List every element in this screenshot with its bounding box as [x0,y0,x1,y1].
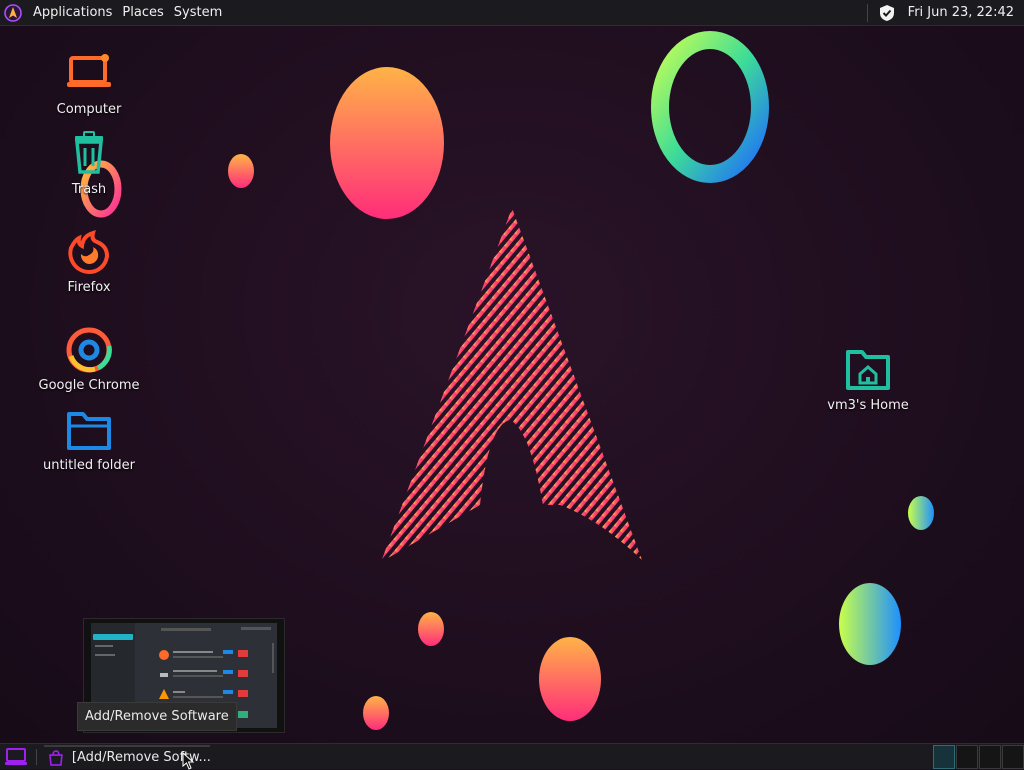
desktop-icon-label: Computer [56,102,122,117]
arch-logo [381,208,642,562]
desktop-icon-google-chrome[interactable]: Google Chrome [34,326,144,393]
security-shield-icon[interactable] [878,4,896,22]
desktop-icon-label: vm3's Home [827,398,909,413]
places-menu[interactable]: Places [117,0,168,25]
distro-logo-icon[interactable] [4,3,22,22]
desktop-icon-label: untitled folder [42,458,135,473]
chrome-icon [66,327,112,373]
firefox-icon [68,230,110,275]
software-bag-icon [49,749,63,766]
folder-icon [67,412,111,450]
desktop-icon-label: Trash [71,182,107,197]
desktop-icon-computer[interactable]: Computer [34,50,144,117]
workspace-4[interactable] [1002,745,1024,769]
system-menu[interactable]: System [169,0,227,25]
top-panel: Applications Places System Fri Jun 23, 2… [0,0,1024,26]
window-preview-tooltip: Add/Remove Software [77,702,237,731]
desktop-icon-label: Firefox [67,280,111,295]
desktop-icon-label: Google Chrome [38,378,140,393]
computer-icon [67,54,111,87]
status-area: Fri Jun 23, 22:42 [866,0,1024,25]
show-desktop-icon[interactable] [5,747,27,766]
main-menu: Applications Places System [0,0,227,25]
mouse-pointer-icon [182,752,195,770]
desktop-icon-home[interactable]: vm3's Home [813,346,923,413]
applications-menu[interactable]: Applications [28,0,117,25]
workspace-1[interactable] [933,745,955,769]
workspace-switcher [932,745,1024,769]
taskbar-separator [36,749,37,765]
bottom-panel: [Add/Remove Softw... [0,743,1024,769]
clock[interactable]: Fri Jun 23, 22:42 [908,5,1014,20]
desktop-icon-trash[interactable]: Trash [34,130,144,197]
panel-separator [866,3,868,22]
workspace-2[interactable] [956,745,978,769]
workspace-3[interactable] [979,745,1001,769]
home-folder-icon [846,350,890,390]
desktop-icon-untitled-folder[interactable]: untitled folder [34,406,144,473]
desktop-icon-firefox[interactable]: Firefox [34,228,144,295]
trash-icon [75,131,103,174]
